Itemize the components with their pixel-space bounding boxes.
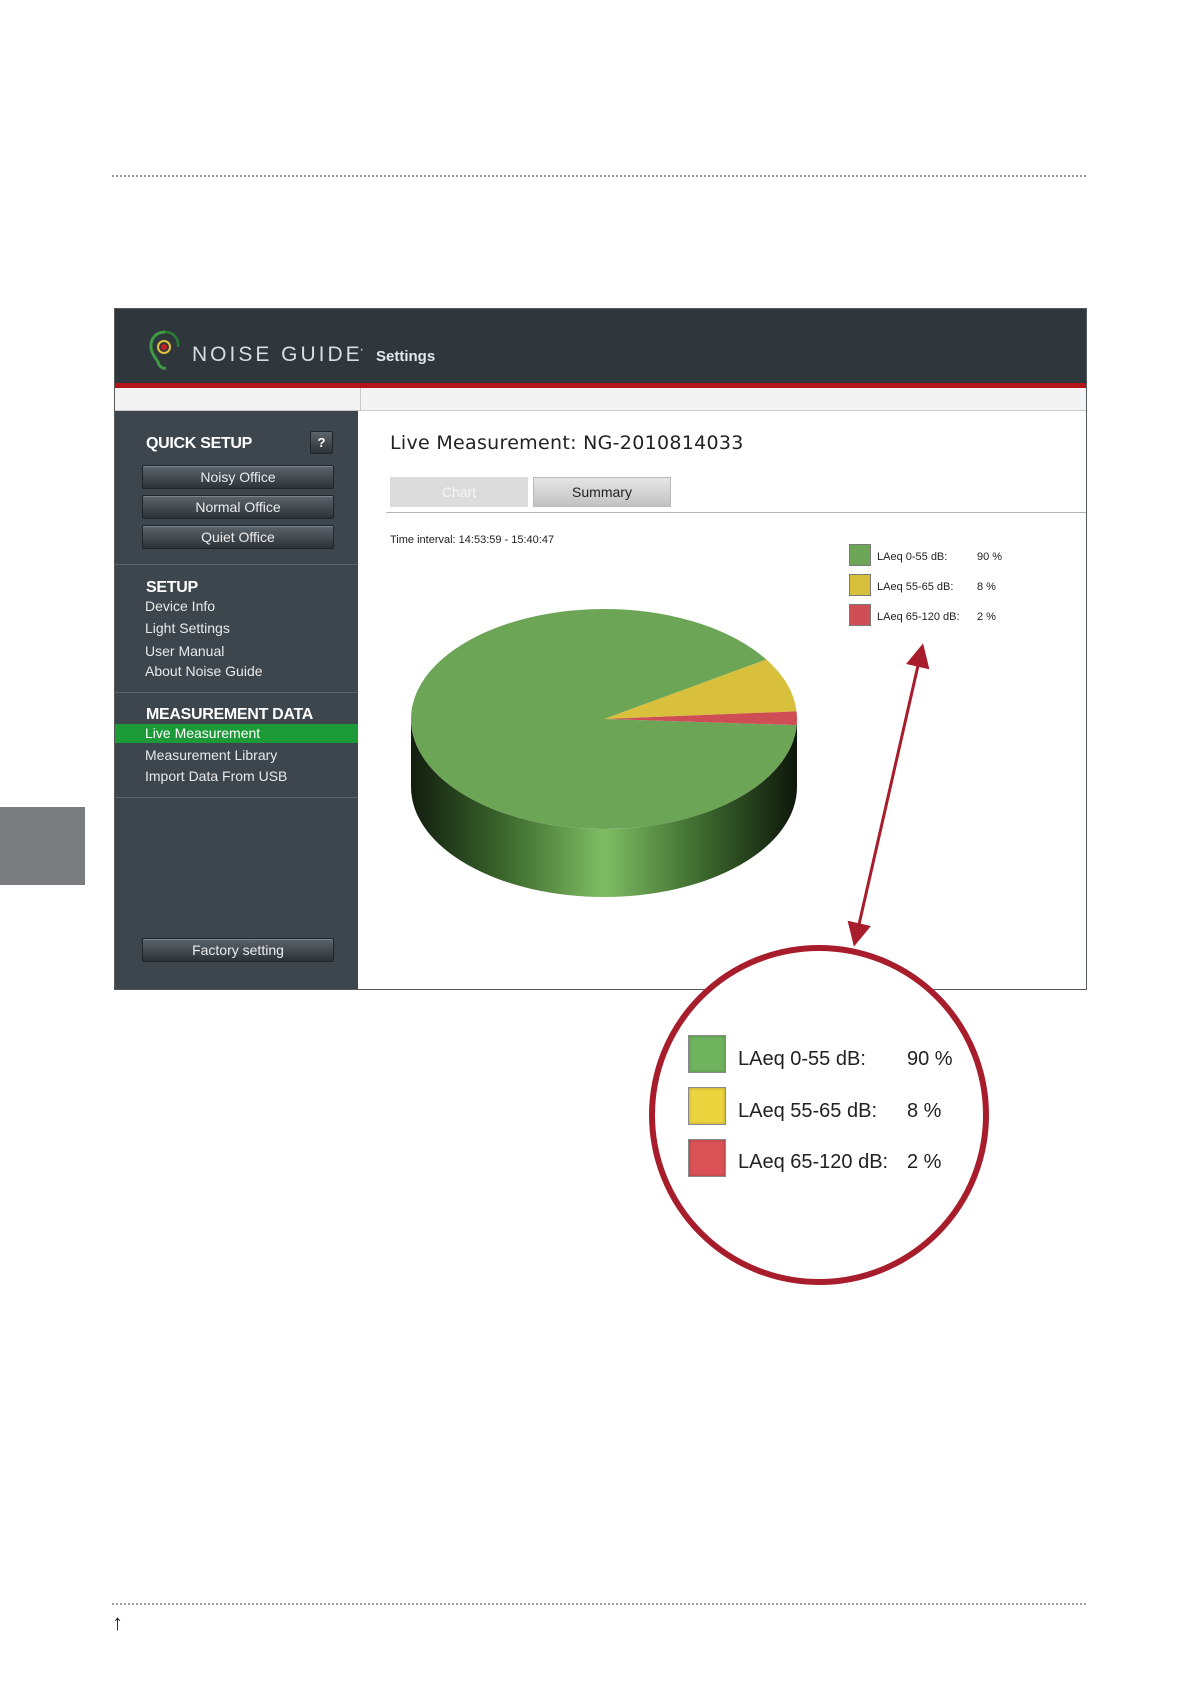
zoom-legend-value: 2 % [907,1151,942,1173]
callout-overlay [649,643,989,1285]
up-arrow-icon[interactable]: ↑ [112,1610,123,1636]
zoom-legend-label: LAeq 0-55 dB: [738,1048,866,1070]
bottom-dotted-rule [112,1603,1086,1605]
zoom-swatch-yellow [688,1087,726,1125]
zoom-legend-value: 90 % [907,1048,953,1070]
zoom-legend-label: LAeq 65-120 dB: [738,1151,889,1173]
zoom-swatch-red [688,1139,726,1177]
zoom-legend-label: LAeq 55-65 dB: [738,1100,877,1122]
zoom-swatch-green [688,1035,726,1073]
callout-arrow [847,643,930,947]
zoom-legend-value: 8 % [907,1100,942,1122]
